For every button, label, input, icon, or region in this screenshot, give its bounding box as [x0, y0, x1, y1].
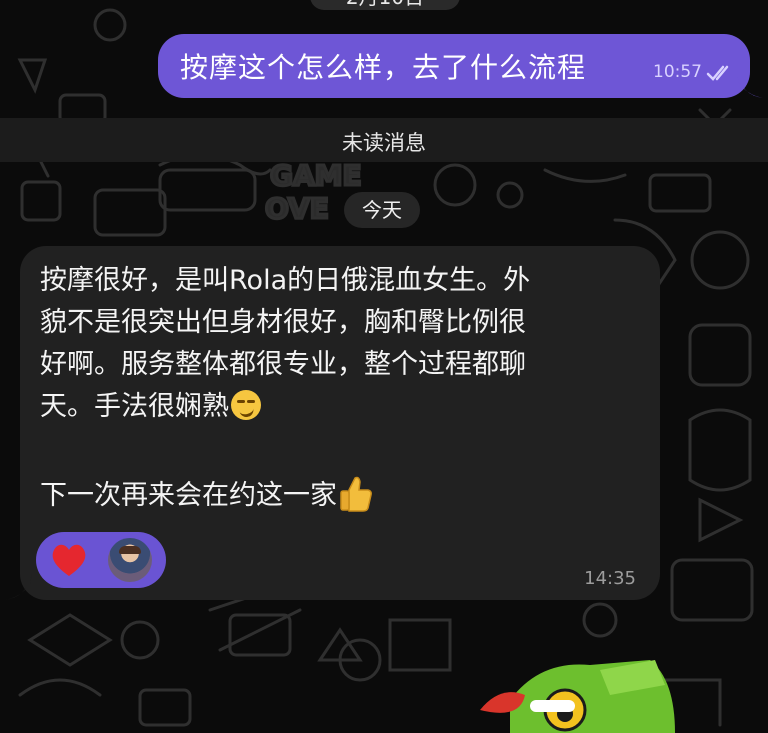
double-check-icon [706, 65, 729, 81]
svg-text:OVE: OVE [265, 192, 329, 225]
red-heart-reaction-icon[interactable] [50, 542, 88, 578]
svg-text:GAME: GAME [270, 159, 362, 192]
outgoing-message-time: 10:57 [653, 62, 702, 82]
message-line-text: 天。手法很娴熟 [40, 391, 229, 422]
message-line-text: 下一次再来会在约这一家 [40, 480, 337, 511]
incoming-message-time: 14:35 [584, 568, 636, 589]
date-separator: 2月10日 [310, 0, 460, 10]
message-line: 貌不是很突出但身材很好，胸和臀比例很 [40, 307, 526, 338]
smirk-emoji-icon [231, 390, 261, 420]
sticker-animated-character [480, 660, 675, 733]
incoming-bubble-tail [4, 574, 32, 600]
today-label: 今天 [362, 198, 402, 222]
outgoing-message-bubble[interactable]: 按摩这个怎么样，去了什么流程 10:57 [158, 34, 750, 98]
outgoing-message-text: 按摩这个怎么样，去了什么流程 [180, 51, 587, 84]
incoming-message-bubble[interactable]: 按摩很好，是叫Rola的日俄混血女生。外 貌不是很突出但身材很好，胸和臀比例很 … [20, 246, 660, 600]
date-label: 2月10日 [346, 0, 424, 9]
message-line-with-emoji: 下一次再来会在约这一家 [40, 474, 373, 517]
today-date-separator: 今天 [344, 192, 420, 228]
reactor-avatar[interactable] [108, 538, 152, 582]
message-line: 按摩很好，是叫Rola的日俄混血女生。外 [40, 265, 531, 296]
unread-messages-label: 未读消息 [342, 131, 426, 155]
thumbs-up-emoji-icon [340, 476, 372, 512]
message-line-with-emoji: 天。手法很娴熟 [40, 386, 261, 428]
unread-messages-divider: 未读消息 [0, 118, 768, 162]
outgoing-bubble-tail [736, 72, 764, 98]
message-line: 好啊。服务整体都很专业，整个过程都聊 [40, 349, 526, 380]
message-reactions[interactable] [36, 532, 166, 588]
